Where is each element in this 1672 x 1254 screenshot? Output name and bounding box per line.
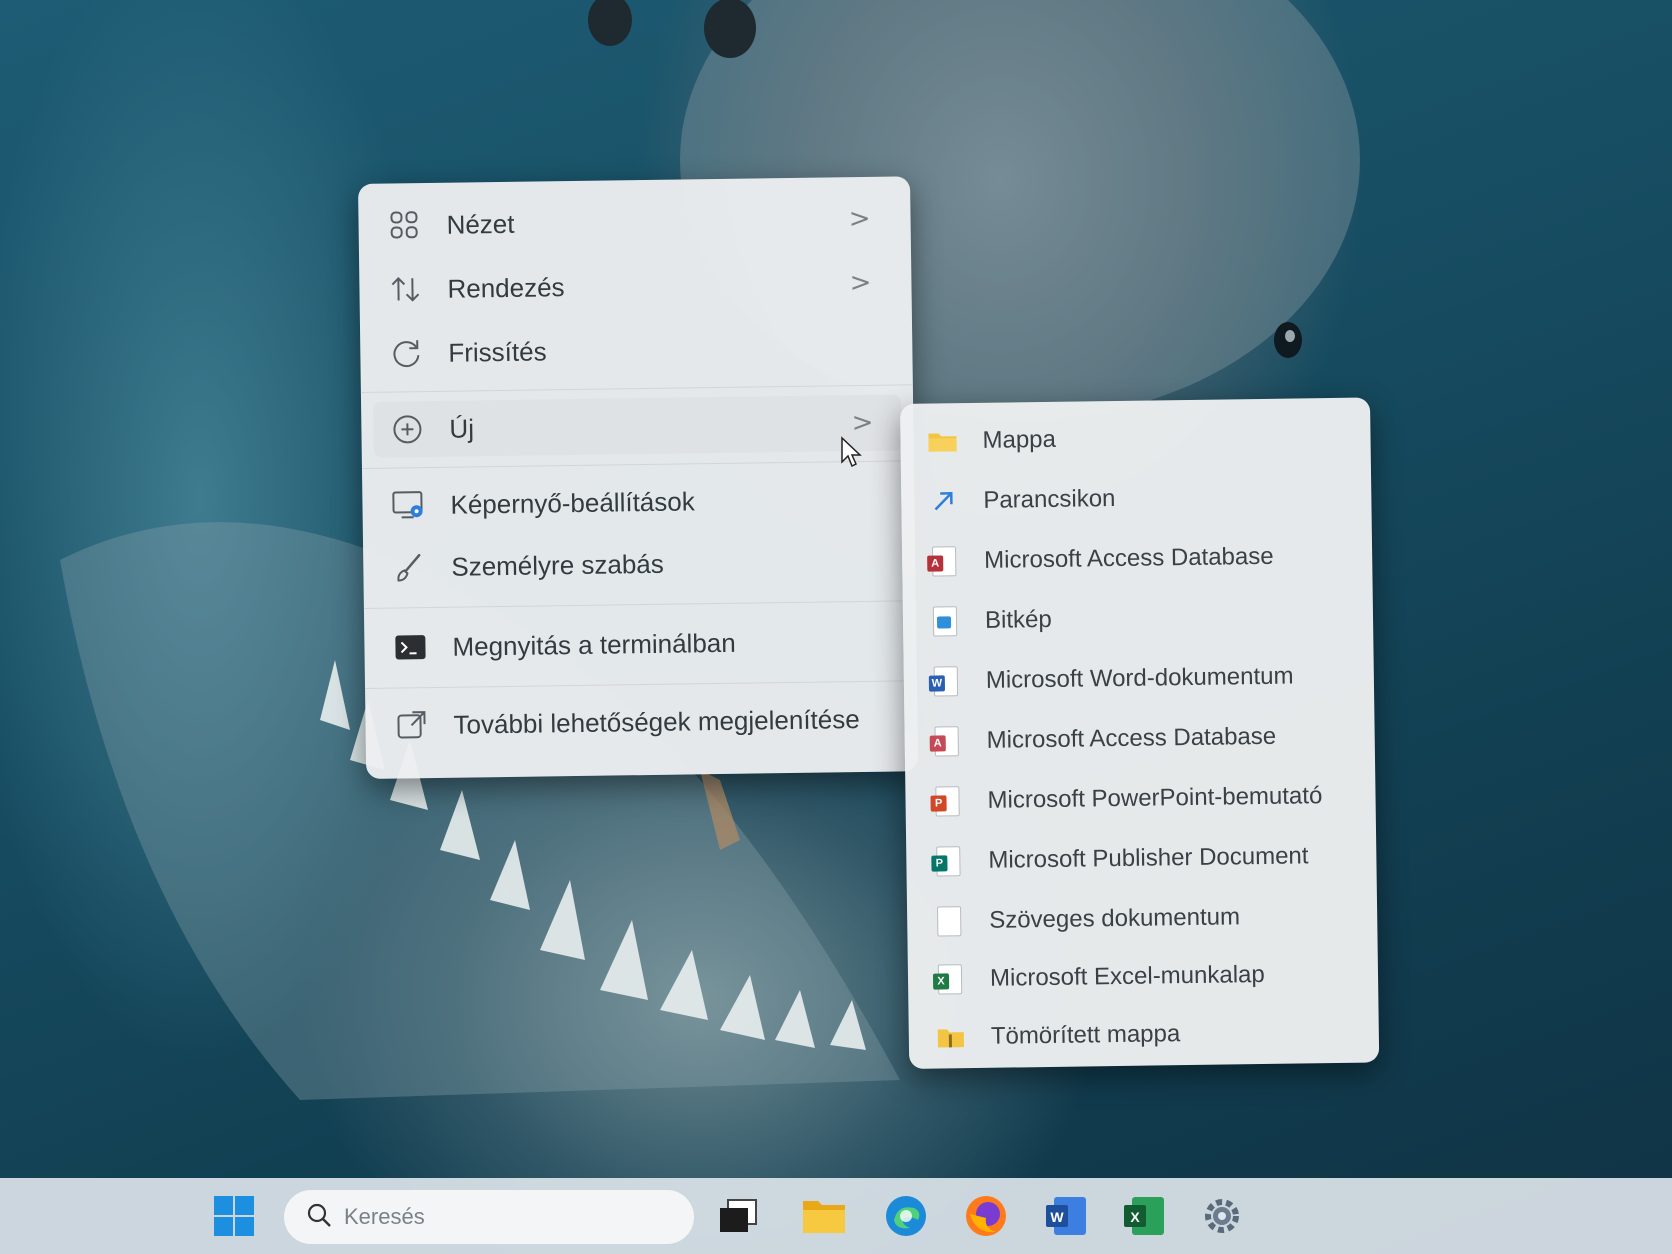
menu-item-label: Frissítés — [448, 335, 547, 368]
menu-item-open-terminal[interactable]: Megnyitás a terminálban — [376, 612, 905, 675]
submenu-item-label: Microsoft Word-dokumentum — [985, 662, 1294, 694]
submenu-item-label: Microsoft Access Database — [984, 542, 1274, 574]
word-doc-icon: W — [928, 665, 962, 697]
terminal-icon — [390, 627, 431, 668]
access-icon: A — [929, 725, 962, 757]
submenu-item-label: Mappa — [982, 425, 1057, 454]
submenu-item-label: Microsoft Excel-munkalap — [989, 960, 1265, 992]
separator — [361, 460, 914, 469]
more-options-icon — [391, 705, 432, 746]
submenu-item-label: Tömörített mappa — [990, 1020, 1181, 1050]
separator — [360, 384, 913, 393]
shortcut-icon — [927, 485, 959, 517]
firefox-button[interactable] — [960, 1190, 1012, 1242]
menu-item-sort[interactable]: Rendezés > — [371, 254, 900, 317]
text-doc-icon — [933, 905, 965, 937]
grid-icon — [384, 205, 425, 246]
submenu-item-label: Microsoft PowerPoint-bemutató — [987, 782, 1323, 814]
submenu-item-label: Microsoft Publisher Document — [988, 842, 1309, 874]
menu-item-label: Új — [449, 412, 475, 444]
powerpoint-icon: P — [930, 785, 963, 817]
menu-item-personalize[interactable]: Személyre szabás — [375, 532, 904, 595]
access-icon: A — [927, 545, 960, 577]
menu-item-label: Személyre szabás — [451, 548, 664, 582]
folder-icon — [926, 425, 958, 457]
chevron-right-icon: > — [851, 407, 874, 439]
start-button[interactable] — [208, 1190, 260, 1242]
submenu-item-zip-folder[interactable]: Tömörített mappa — [918, 1004, 1369, 1066]
new-submenu: Mappa Parancsikon A Microsoft Access Dat… — [900, 397, 1380, 1069]
file-explorer-button[interactable] — [798, 1190, 850, 1242]
settings-icon — [1205, 1199, 1239, 1233]
new-plus-icon — [387, 409, 428, 450]
brush-icon — [389, 547, 430, 588]
submenu-item-excel[interactable]: X Microsoft Excel-munkalap — [918, 946, 1369, 1008]
submenu-item-word-document[interactable]: W Microsoft Word-dokumentum — [913, 648, 1364, 710]
menu-item-label: Nézet — [446, 208, 515, 240]
submenu-item-access-database[interactable]: A Microsoft Access Database — [912, 528, 1363, 590]
menu-item-show-more-options[interactable]: További lehetőségek megjelenítése — [377, 690, 906, 753]
submenu-item-publisher[interactable]: P Microsoft Publisher Document — [916, 828, 1367, 890]
menu-item-display-settings[interactable]: Képernyő-beállítások — [374, 470, 903, 533]
submenu-item-label: Szöveges dokumentum — [989, 903, 1241, 934]
menu-item-label: Megnyitás a terminálban — [452, 627, 736, 662]
chevron-right-icon: > — [848, 203, 871, 235]
firefox-icon — [966, 1196, 1006, 1236]
taskbar: Keresés W X — [0, 1178, 1672, 1254]
edge-icon — [886, 1196, 926, 1236]
start-icon — [214, 1196, 254, 1236]
excel-icon: X — [1124, 1197, 1164, 1235]
menu-item-label: További lehetőségek megjelenítése — [453, 703, 860, 740]
separator — [365, 680, 917, 689]
submenu-item-bitmap[interactable]: Bitkép — [913, 588, 1364, 650]
submenu-item-powerpoint[interactable]: P Microsoft PowerPoint-bemutató — [915, 768, 1366, 830]
menu-item-label: Képernyő-beállítások — [450, 485, 695, 520]
excel-button[interactable]: X — [1118, 1190, 1170, 1242]
word-icon: W — [1046, 1197, 1086, 1235]
excel-icon: X — [932, 963, 966, 995]
display-settings-icon — [388, 485, 429, 526]
refresh-icon — [386, 333, 427, 374]
zip-folder-icon — [935, 1021, 967, 1053]
edge-button[interactable] — [880, 1190, 932, 1242]
svg-text:X: X — [1130, 1209, 1140, 1225]
menu-item-new[interactable]: Új > — [373, 394, 902, 458]
desktop-context-menu: Nézet > Rendezés > Frissítés Új > Képern… — [358, 176, 919, 779]
svg-text:W: W — [1050, 1209, 1064, 1225]
chevron-right-icon: > — [849, 267, 872, 299]
menu-item-refresh[interactable]: Frissítés — [372, 318, 901, 381]
sort-icon — [385, 269, 426, 310]
menu-item-label: Rendezés — [447, 271, 565, 304]
submenu-item-text-document[interactable]: Szöveges dokumentum — [917, 888, 1368, 950]
submenu-item-label: Bitkép — [984, 605, 1052, 634]
submenu-item-access-database[interactable]: A Microsoft Access Database — [914, 708, 1365, 770]
submenu-item-label: Microsoft Access Database — [986, 722, 1277, 754]
submenu-item-folder[interactable]: Mappa — [910, 408, 1361, 470]
separator — [363, 600, 916, 609]
settings-button[interactable] — [1196, 1190, 1248, 1242]
submenu-item-shortcut[interactable]: Parancsikon — [911, 468, 1362, 530]
search-placeholder: Keresés — [344, 1204, 425, 1229]
menu-item-view[interactable]: Nézet > — [370, 190, 899, 253]
word-button[interactable]: W — [1040, 1190, 1092, 1242]
file-explorer-icon — [803, 1201, 845, 1233]
submenu-item-label: Parancsikon — [983, 485, 1116, 514]
bitmap-icon — [929, 605, 961, 637]
search-icon — [306, 1202, 332, 1233]
mouse-cursor-icon — [841, 436, 862, 468]
search-box[interactable]: Keresés — [284, 1190, 694, 1244]
task-view-icon — [720, 1199, 757, 1232]
publisher-icon: P — [931, 845, 964, 877]
task-view-button[interactable] — [712, 1190, 764, 1242]
